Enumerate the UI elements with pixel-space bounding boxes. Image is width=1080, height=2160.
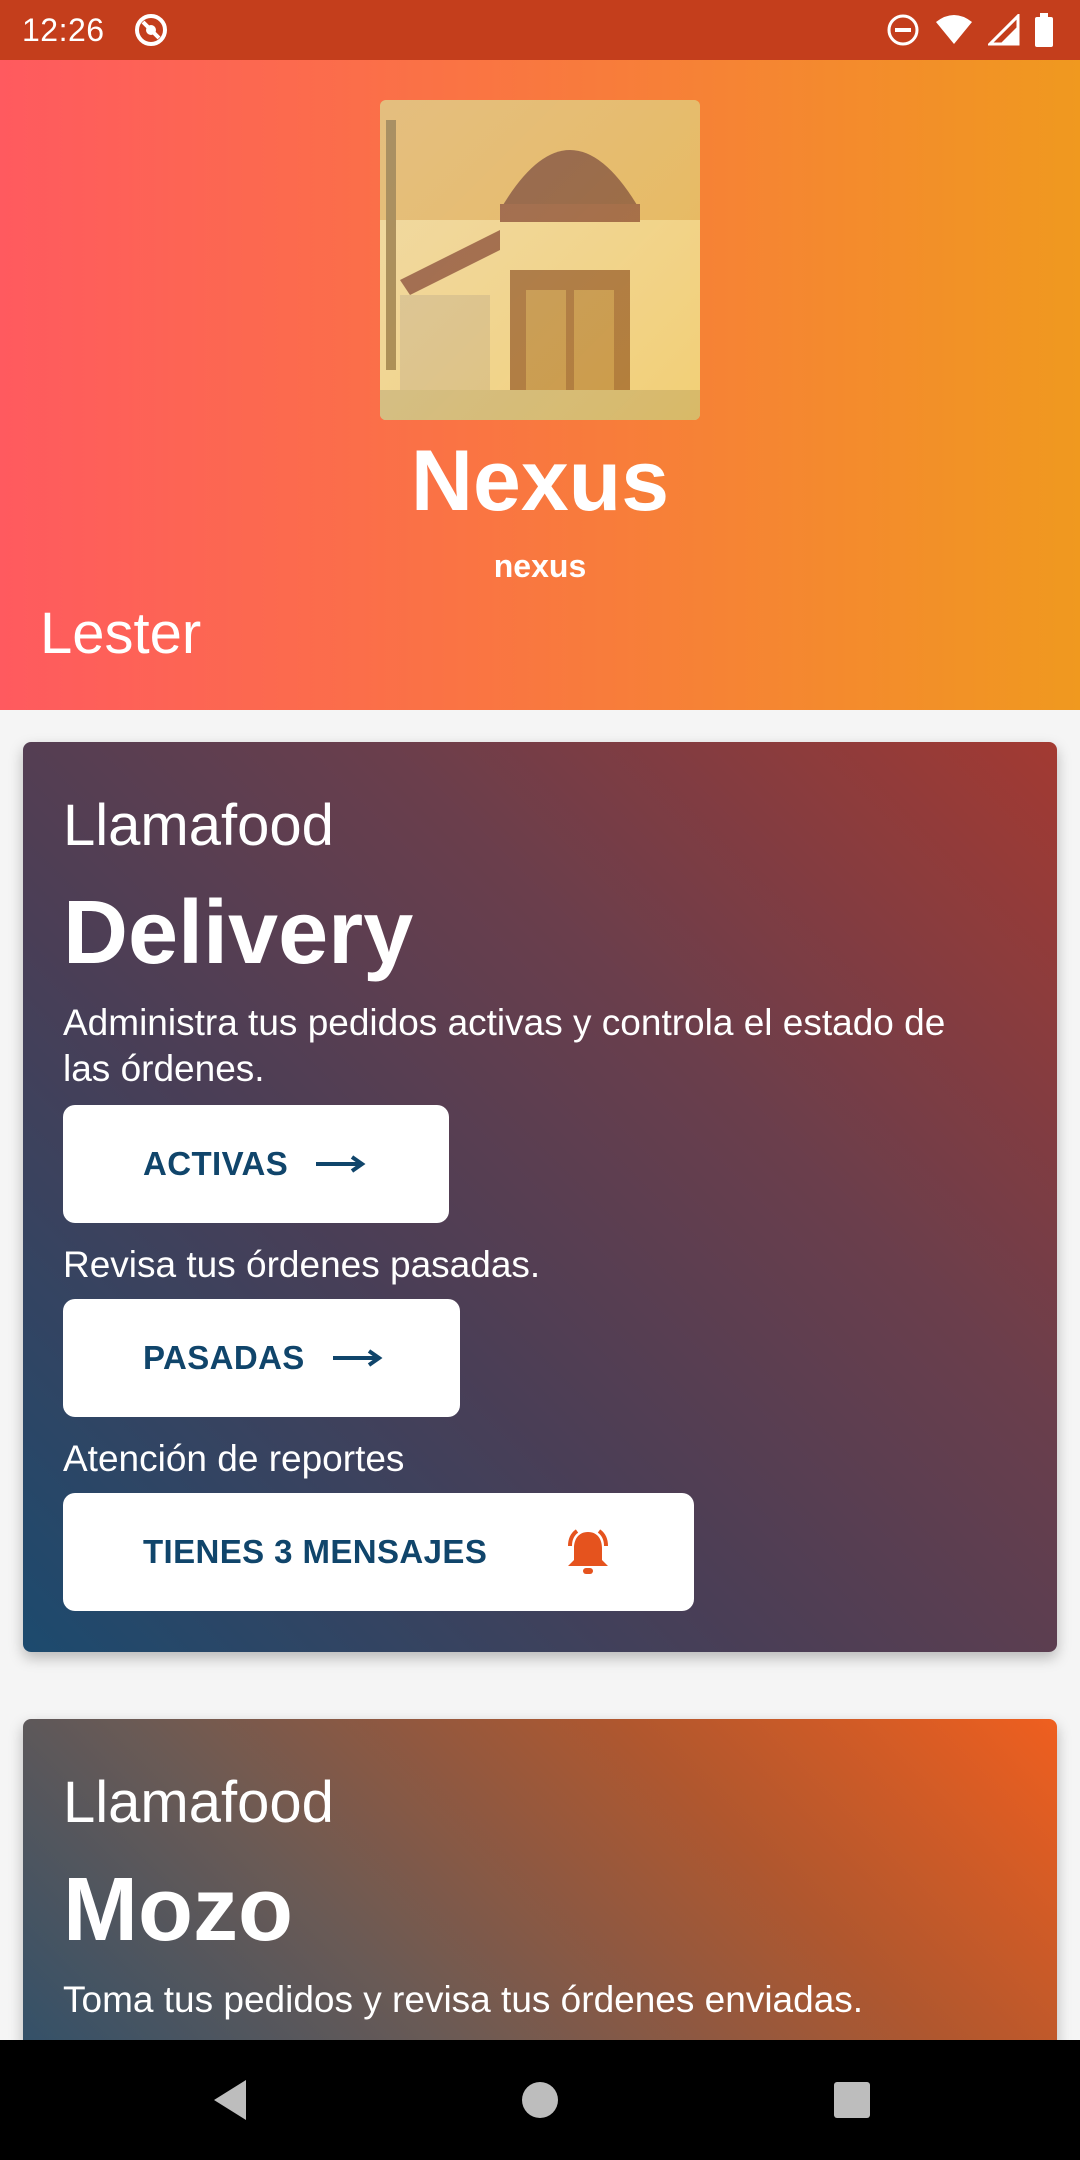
past-orders-text: Revisa tus órdenes pasadas.: [63, 1244, 541, 1285]
storefront-photo: [380, 100, 700, 420]
active-orders-button[interactable]: ACTIVAS: [63, 1105, 449, 1223]
card-brand: Llamafood: [63, 793, 334, 858]
card-description: Administra tus pedidos activas y control…: [63, 1002, 946, 1089]
store-slug: nexus: [493, 548, 587, 584]
arrow-right-icon: [332, 1349, 383, 1367]
battery-icon: [1034, 13, 1054, 47]
card-product-title: Mozo: [63, 1860, 293, 1960]
arrow-right-icon: [316, 1155, 366, 1173]
past-orders-label: PASADAS: [143, 1339, 305, 1376]
status-bar: 12:26: [0, 0, 1080, 60]
signal-icon: [988, 14, 1020, 46]
user-name: Lester: [40, 601, 202, 666]
delivery-card: Llamafood Delivery Administra tus pedido…: [23, 742, 1057, 1652]
status-time: 12:26: [22, 11, 105, 48]
card-description: Toma tus pedidos y revisa tus órdenes en…: [63, 1979, 864, 2020]
bell-alert-icon: [568, 1529, 608, 1574]
active-orders-label: ACTIVAS: [143, 1145, 289, 1182]
reports-text: Atención de reportes: [63, 1438, 405, 1479]
store-header: Nexus nexus Lester: [0, 60, 1080, 710]
store-name: Nexus: [410, 433, 670, 529]
messages-label: TIENES 3 MENSAJES: [143, 1533, 488, 1570]
card-brand: Llamafood: [63, 1770, 334, 1835]
home-icon[interactable]: [500, 2040, 580, 2160]
messages-button[interactable]: TIENES 3 MENSAJES: [63, 1493, 694, 1611]
recents-icon[interactable]: [812, 2040, 892, 2160]
back-icon[interactable]: [190, 2040, 270, 2160]
past-orders-button[interactable]: PASADAS: [63, 1299, 460, 1417]
navigation-bar: [0, 2040, 1080, 2160]
card-product-title: Delivery: [63, 883, 414, 983]
do-not-disturb-icon: [886, 13, 920, 47]
wifi-icon: [934, 14, 974, 46]
sync-icon: [133, 12, 169, 48]
